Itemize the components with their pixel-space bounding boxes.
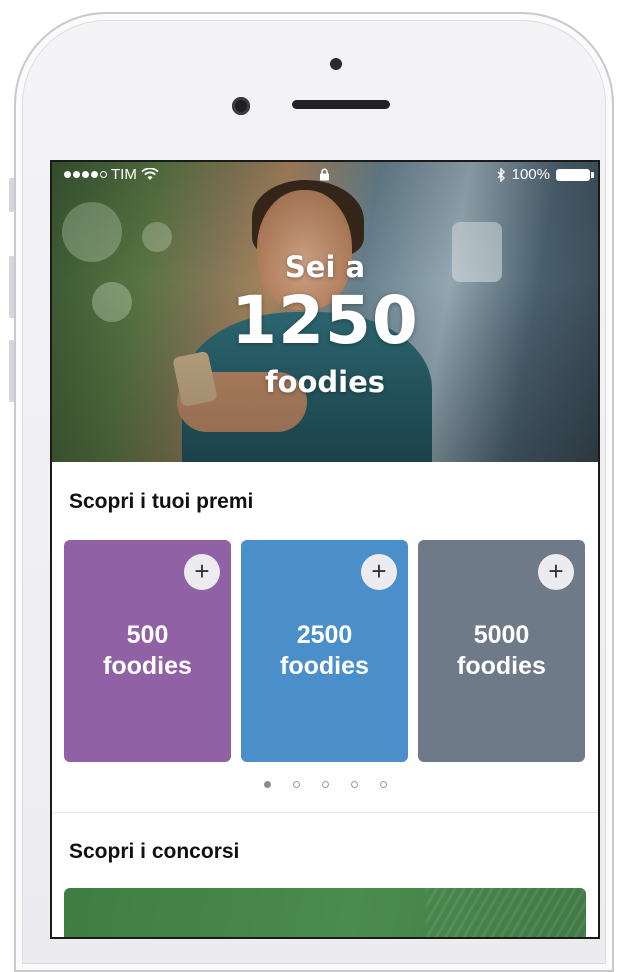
contests-section-title: Scopri i concorsi (69, 840, 240, 863)
rewards-section-title: Scopri i tuoi premi (69, 490, 254, 513)
volume-up-button (9, 256, 14, 318)
reward-card-5000[interactable]: + 5000 foodies (418, 540, 585, 762)
orientation-lock-icon (320, 168, 329, 181)
battery-percentage: 100% (511, 166, 550, 183)
add-reward-2500-button[interactable]: + (361, 554, 397, 590)
signal-strength-icon (64, 171, 107, 178)
front-camera-icon (330, 58, 342, 70)
reward-card-unit: foodies (280, 652, 369, 680)
reward-card-amount: 500 (126, 620, 169, 649)
status-left: TIM (64, 166, 159, 183)
reward-card-amount: 5000 (473, 620, 530, 649)
wifi-icon (141, 168, 159, 180)
hero-banner: Sei a 1250 foodies TIM 100% (52, 162, 598, 462)
page-dot[interactable] (293, 781, 300, 788)
volume-down-button (9, 340, 14, 402)
page-dot[interactable] (263, 781, 271, 788)
contest-card-pattern (426, 888, 586, 937)
section-divider (52, 812, 598, 813)
carousel-page-indicator[interactable] (52, 781, 598, 788)
reward-card-amount: 2500 (296, 620, 353, 649)
status-bar: TIM 100% (52, 162, 598, 186)
rewards-carousel[interactable]: + 500 foodies + 2500 foodies + 5000 food… (64, 540, 586, 762)
reward-card-unit: foodies (103, 652, 192, 680)
contest-card[interactable] (64, 888, 586, 937)
hero-points-count: 1250 (231, 282, 419, 359)
carrier-name: TIM (111, 166, 137, 183)
hero-line-1: Sei a (284, 250, 366, 284)
status-right: 100% (497, 166, 594, 183)
earpiece-speaker (292, 100, 390, 109)
page-dot[interactable] (380, 781, 387, 788)
add-reward-500-button[interactable]: + (184, 554, 220, 590)
reward-card-500[interactable]: + 500 foodies (64, 540, 231, 762)
reward-card-2500[interactable]: + 2500 foodies (241, 540, 408, 762)
bluetooth-icon (497, 167, 505, 182)
battery-icon (556, 168, 594, 181)
add-reward-5000-button[interactable]: + (538, 554, 574, 590)
hero-points-unit: foodies (264, 365, 386, 399)
app-screen: Sei a 1250 foodies TIM 100% Scopri i tuo… (52, 162, 598, 937)
mute-switch (9, 178, 14, 212)
proximity-sensor-icon (232, 97, 250, 115)
page-dot[interactable] (351, 781, 358, 788)
page-dot[interactable] (322, 781, 329, 788)
reward-card-unit: foodies (457, 652, 546, 680)
